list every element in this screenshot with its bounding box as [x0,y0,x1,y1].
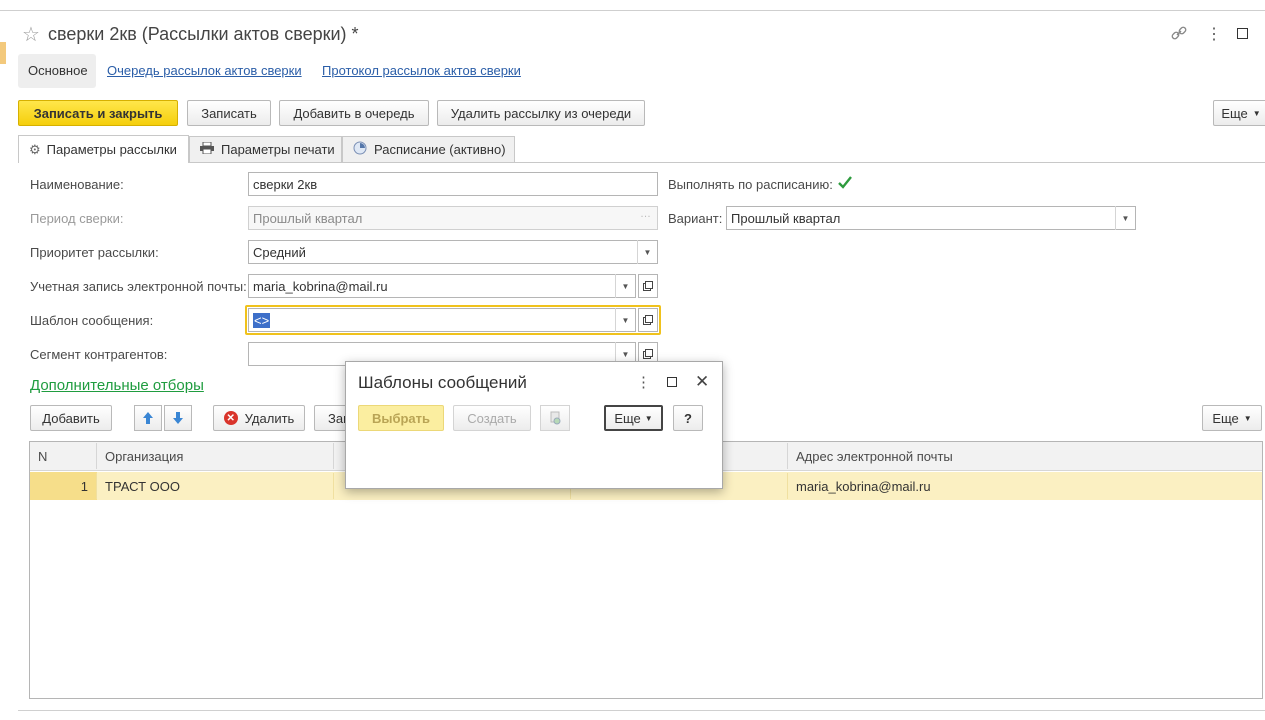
move-up-button[interactable] [134,405,162,431]
variant-select[interactable]: Прошлый квартал [726,206,1136,230]
window-top-border [0,10,1265,11]
arrow-down-icon [173,412,183,424]
name-label: Наименование: [30,177,124,192]
period-field: Прошлый квартал [248,206,658,230]
save-close-button[interactable]: Записать и закрыть [18,100,178,126]
variant-value: Прошлый квартал [731,211,841,226]
more-button[interactable]: Еще ▼ [1213,100,1265,126]
save-button[interactable]: Записать [187,100,271,126]
col-n[interactable]: N [30,443,97,469]
template-field[interactable]: <> [248,308,636,332]
nav-protocol-link[interactable]: Протокол рассылок актов сверки [322,63,521,78]
maximize-icon[interactable] [1237,28,1248,39]
template-open-icon[interactable] [638,308,658,332]
tabs-baseline [18,162,1265,163]
schedule-checkbox[interactable] [836,174,854,192]
cell-organization: ТРАСТ ООО [97,473,334,499]
priority-select[interactable]: Средний [248,240,658,264]
delete-filter-label: Удалить [244,410,295,426]
dialog-more-vertical-icon[interactable]: ⋮ [636,373,651,391]
cell-n: 1 [30,473,97,499]
checkmark-icon [838,176,852,189]
template-dropdown-icon[interactable]: ▼ [615,308,635,332]
more-button-label: Еще [1221,105,1248,121]
dialog-maximize-icon[interactable] [667,377,677,387]
tab-print-params[interactable]: Параметры печати [189,136,342,162]
dialog-select-button[interactable]: Выбрать [358,405,444,431]
window-title: сверки 2кв (Рассылки актов сверки) * [48,24,359,44]
schedule-label: Выполнять по расписанию: [668,177,833,192]
add-queue-button[interactable]: Добавить в очередь [279,100,429,126]
variant-label: Вариант: [668,211,723,226]
templates-dialog: Шаблоны сообщений ⋮ ✕ Выбрать Создать Ещ… [345,361,723,489]
dialog-create-button[interactable]: Создать [453,405,531,431]
period-label: Период сверки: [30,211,124,226]
filters-more-button[interactable]: Еще ▼ [1202,405,1262,431]
email-open-icon[interactable] [638,274,658,298]
link-icon[interactable] [1170,24,1188,45]
period-value: Прошлый квартал [253,211,363,226]
dialog-close-icon[interactable]: ✕ [695,372,709,392]
dialog-help-button[interactable]: ? [673,405,703,431]
dialog-more-label: Еще [614,410,641,426]
dialog-copy-button[interactable] [540,405,570,431]
tab-schedule[interactable]: Расписание (активно) [342,136,515,162]
email-dropdown-icon[interactable]: ▼ [615,274,635,298]
move-down-button[interactable] [164,405,192,431]
filters-more-label: Еще [1212,410,1239,426]
name-field[interactable]: сверки 2кв [248,172,658,196]
arrow-up-icon [143,412,153,424]
printer-icon [200,141,214,157]
template-label: Шаблон сообщения: [30,313,154,328]
delete-icon: ✕ [223,411,238,425]
filters-title[interactable]: Дополнительные отборы [30,377,204,394]
remove-queue-button[interactable]: Удалить рассылку из очереди [437,100,645,126]
gear-icon: ⚙ [29,141,41,157]
col-organization[interactable]: Организация [97,443,334,469]
email-account-field[interactable]: maria_kobrina@mail.ru [248,274,636,298]
tab-mailing-params-label: Параметры рассылки [46,142,177,157]
chevron-down-icon: ▼ [644,413,653,423]
chevron-down-icon: ▼ [1252,108,1261,118]
favorite-star-icon[interactable]: ☆ [22,22,40,47]
clock-icon [353,141,367,158]
dialog-more-button[interactable]: Еще ▼ [604,405,663,431]
variant-dropdown-icon[interactable]: ▼ [1115,206,1135,230]
chevron-down-icon: ▼ [1243,413,1252,423]
left-orange-marker [0,42,6,64]
dialog-title: Шаблоны сообщений [358,373,527,392]
bottom-divider [18,710,1265,711]
tab-schedule-label: Расписание (активно) [374,142,506,157]
template-value: <> [253,313,271,328]
copy-icon [550,411,561,425]
tab-mailing-params[interactable]: ⚙ Параметры рассылки [18,135,189,163]
segment-label: Сегмент контрагентов: [30,347,168,362]
nav-main-label: Основное [28,63,88,78]
more-vertical-icon[interactable]: ⋮ [1206,24,1222,44]
delete-filter-button[interactable]: ✕ Удалить [213,405,305,431]
priority-dropdown-icon[interactable]: ▼ [637,240,657,264]
col-email[interactable]: Адрес электронной почты [788,443,1262,469]
nav-queue-link[interactable]: Очередь рассылок актов сверки [107,63,302,78]
tab-print-params-label: Параметры печати [221,142,335,157]
email-label: Учетная запись электронной почты: [30,279,247,294]
period-select-icon: … [640,208,651,220]
cell-email: maria_kobrina@mail.ru [796,479,931,494]
email-account-value: maria_kobrina@mail.ru [253,279,388,294]
add-filter-button[interactable]: Добавить [30,405,112,431]
priority-label: Приоритет рассылки: [30,245,159,260]
priority-value: Средний [253,245,306,260]
